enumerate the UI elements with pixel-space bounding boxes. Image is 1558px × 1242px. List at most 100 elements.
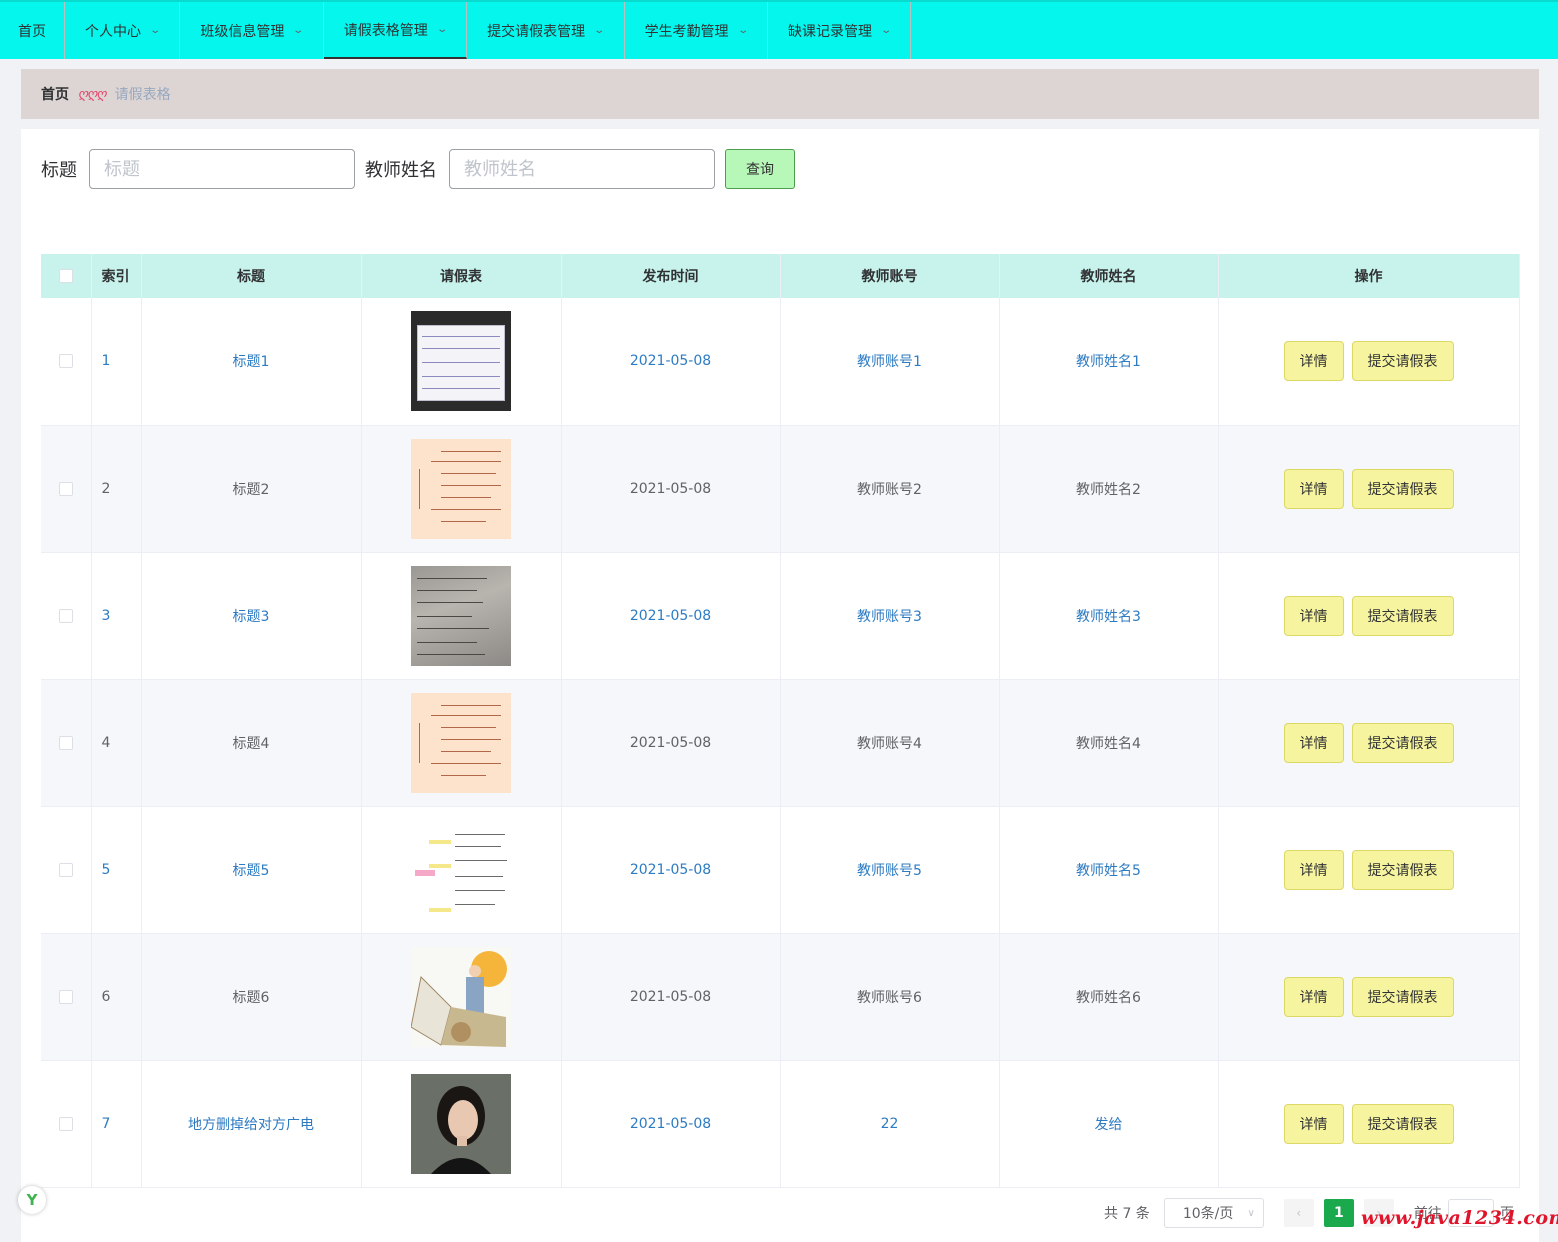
- teacher-search-label: 教师姓名: [365, 160, 437, 181]
- chevron-down-icon: ⌄: [736, 25, 749, 36]
- nav-item-class-info[interactable]: 班级信息管理 ⌄: [180, 2, 324, 59]
- row-title: 标题2: [141, 425, 362, 553]
- detail-button[interactable]: 详情: [1283, 976, 1344, 1017]
- chevron-left-icon: ‹: [1296, 1206, 1302, 1220]
- row-checkbox[interactable]: [58, 1116, 73, 1131]
- submit-leave-button[interactable]: 提交请假表: [1351, 341, 1454, 382]
- leave-form-image[interactable]: [411, 438, 511, 539]
- row-checkbox[interactable]: [58, 862, 73, 877]
- page-size-select[interactable]: 10条/页 ∨: [1163, 1198, 1264, 1228]
- header-teacher-account: 教师账号: [780, 254, 1000, 298]
- prev-page-button[interactable]: ‹: [1283, 1199, 1314, 1227]
- chevron-down-icon: ∨: [1247, 1207, 1255, 1219]
- header-title: 标题: [141, 254, 362, 298]
- table-row: 4 标题4 2021-05-08 教师账号4 教师姓名4 详情 提交请假表: [41, 679, 1520, 807]
- row-checkbox[interactable]: [58, 735, 73, 750]
- row-date: 2021-05-08: [561, 298, 781, 426]
- nav-item-leave-form[interactable]: 请假表格管理 ⌄: [323, 2, 468, 59]
- row-index: 4: [91, 679, 142, 807]
- detail-button[interactable]: 详情: [1283, 1103, 1344, 1144]
- header-leave-form: 请假表: [361, 254, 562, 298]
- table-row: 6 标题6 2021-05-08 教师账号6 教师姓名6 详情 提交请假表: [41, 933, 1520, 1061]
- row-name: 教师姓名1: [999, 298, 1219, 426]
- leave-form-image[interactable]: [411, 311, 511, 412]
- row-checkbox[interactable]: [58, 481, 73, 496]
- leave-form-image[interactable]: [411, 946, 511, 1047]
- row-name: 教师姓名6: [999, 933, 1219, 1061]
- row-title: 标题6: [141, 933, 362, 1061]
- title-search-label: 标题: [41, 160, 77, 181]
- page-number-button[interactable]: 1: [1323, 1199, 1354, 1227]
- row-name: 教师姓名5: [999, 806, 1219, 934]
- leave-form-image[interactable]: [411, 692, 511, 793]
- table-row: 2 标题2 2021-05-08 教师账号2 教师姓名2 详情 提交请假表: [41, 425, 1520, 553]
- row-title: 标题5: [141, 806, 362, 934]
- row-index: 2: [91, 425, 142, 553]
- teacher-search-input[interactable]: [449, 149, 715, 189]
- detail-button[interactable]: 详情: [1283, 341, 1344, 382]
- nav-item-attendance[interactable]: 学生考勤管理 ⌄: [625, 2, 768, 59]
- row-title: 地方删掉给对方广电: [141, 1060, 362, 1188]
- assistant-badge-icon[interactable]: Y: [18, 1186, 46, 1214]
- select-all-checkbox[interactable]: [58, 269, 73, 283]
- nav-item-absence-records[interactable]: 缺课记录管理 ⌄: [768, 2, 912, 59]
- detail-button[interactable]: 详情: [1283, 468, 1344, 509]
- row-index: 7: [91, 1060, 142, 1188]
- watermark: www.java1234.com: [1361, 1207, 1558, 1229]
- detail-button[interactable]: 详情: [1283, 722, 1344, 763]
- title-search-input[interactable]: [89, 149, 355, 189]
- leave-form-image[interactable]: [411, 819, 511, 920]
- row-checkbox[interactable]: [58, 354, 73, 369]
- detail-button[interactable]: 详情: [1283, 849, 1344, 890]
- row-index: 6: [91, 933, 142, 1061]
- header-teacher-name: 教师姓名: [999, 254, 1219, 298]
- row-account: 教师账号5: [780, 806, 1000, 934]
- row-account: 教师账号6: [780, 933, 1000, 1061]
- breadcrumb-current: 请假表格: [114, 87, 171, 103]
- row-date: 2021-05-08: [561, 679, 781, 807]
- header-publish-time: 发布时间: [561, 254, 781, 298]
- row-checkbox[interactable]: [58, 608, 73, 623]
- table-row: 1 标题1 2021-05-08 教师账号1 教师姓名1 详情 提交请假表: [41, 298, 1520, 426]
- chevron-down-icon: ⌄: [593, 25, 606, 36]
- row-title: 标题1: [141, 298, 362, 426]
- leave-form-table: 索引 标题 请假表 发布时间 教师账号 教师姓名 操作 1 标题1 2021-0…: [41, 254, 1520, 1188]
- content-card: 标题 教师姓名 查询 索引 标题 请假表 发布时间 教师账号 教师姓名 操作: [21, 129, 1539, 1242]
- table-header-row: 索引 标题 请假表 发布时间 教师账号 教师姓名 操作: [41, 254, 1520, 298]
- nav-item-home[interactable]: 首页: [0, 2, 65, 59]
- submit-leave-button[interactable]: 提交请假表: [1351, 468, 1454, 509]
- leave-form-image[interactable]: [411, 1073, 511, 1174]
- row-name: 教师姓名2: [999, 425, 1219, 553]
- row-index: 3: [91, 552, 142, 680]
- row-title: 标题4: [141, 679, 362, 807]
- row-date: 2021-05-08: [561, 552, 781, 680]
- query-button[interactable]: 查询: [725, 149, 795, 189]
- submit-leave-button[interactable]: 提交请假表: [1351, 722, 1454, 763]
- row-account: 22: [780, 1060, 1000, 1188]
- submit-leave-button[interactable]: 提交请假表: [1351, 976, 1454, 1017]
- row-date: 2021-05-08: [561, 806, 781, 934]
- search-bar: 标题 教师姓名 查询: [41, 149, 795, 189]
- nav-item-submit-leave[interactable]: 提交请假表管理 ⌄: [467, 2, 625, 59]
- header-index: 索引: [91, 254, 142, 298]
- pagination-total: 共 7 条: [1104, 1206, 1150, 1222]
- detail-button[interactable]: 详情: [1283, 595, 1344, 636]
- table-row: 7 地方删掉给对方广电 2021-05-08 22 发给 详情 提交请假表: [41, 1060, 1520, 1188]
- submit-leave-button[interactable]: 提交请假表: [1351, 849, 1454, 890]
- submit-leave-button[interactable]: 提交请假表: [1351, 595, 1454, 636]
- row-account: 教师账号3: [780, 552, 1000, 680]
- header-select-all: [41, 254, 92, 298]
- row-title: 标题3: [141, 552, 362, 680]
- breadcrumb-home[interactable]: 首页: [41, 84, 69, 104]
- row-checkbox[interactable]: [58, 989, 73, 1004]
- top-nav: 首页 个人中心 ⌄ 班级信息管理 ⌄ 请假表格管理 ⌄ 提交请假表管理 ⌄ 学生考勤管理…: [0, 0, 1558, 59]
- row-name: 教师姓名4: [999, 679, 1219, 807]
- breadcrumb: 首页 ღღღ 请假表格: [21, 69, 1539, 119]
- leave-form-image[interactable]: [411, 565, 511, 666]
- row-date: 2021-05-08: [561, 425, 781, 553]
- chevron-down-icon: ⌄: [149, 25, 162, 36]
- submit-leave-button[interactable]: 提交请假表: [1351, 1103, 1454, 1144]
- nav-item-personal-center[interactable]: 个人中心 ⌄: [65, 2, 181, 59]
- row-name: 发给: [999, 1060, 1219, 1188]
- row-index: 1: [91, 298, 142, 426]
